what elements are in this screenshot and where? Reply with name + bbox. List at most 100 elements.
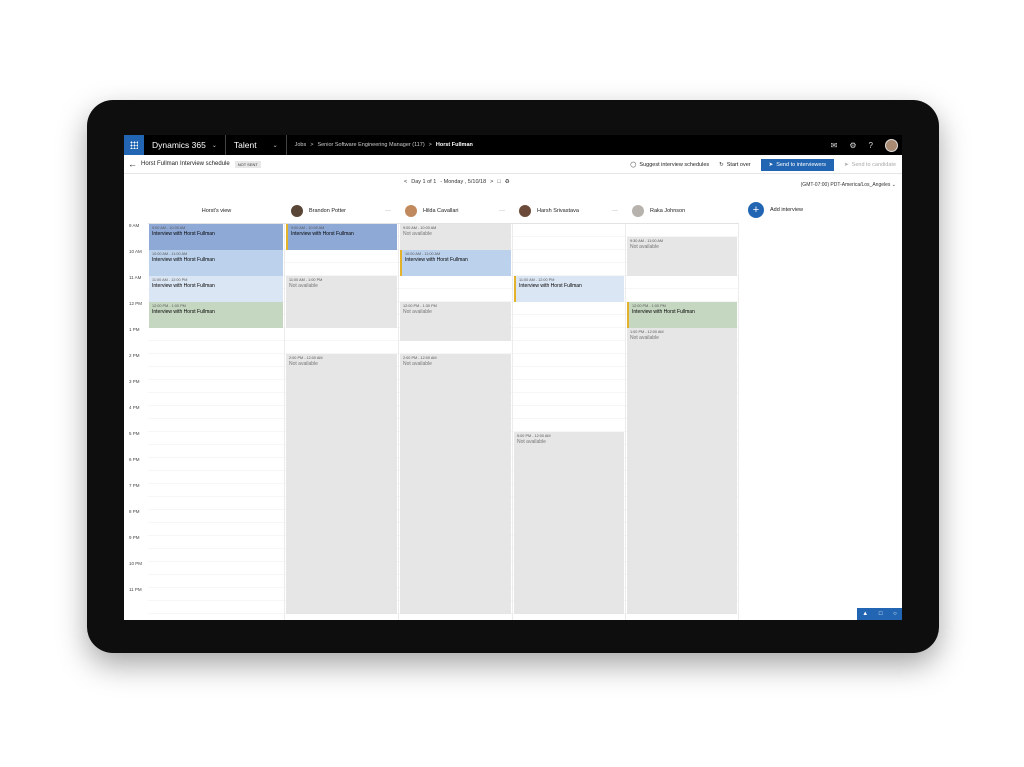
module-label: Talent — [233, 140, 257, 150]
column-name: Brandon Potter — [309, 207, 346, 214]
send-candidate-label: Send to candidate — [851, 161, 896, 168]
module-switcher[interactable]: Talent ⌄ — [234, 140, 278, 150]
avatar — [632, 204, 644, 217]
schedule-column: 9:30 AM - 11:00 AM Not available 12:00 PM … — [626, 224, 739, 620]
event-time: 9:00 AM - 10:00 AM — [291, 226, 325, 230]
column-header: Brandon Potter ··· — [285, 198, 399, 224]
event-time: 5:00 PM - 12:00 AM — [517, 434, 551, 438]
time-label: 8 PM — [129, 509, 140, 514]
more-options-icon[interactable]: ··· — [385, 208, 391, 214]
interview-event[interactable]: 10:00 AM - 11:00 AM Interview with Horst … — [400, 250, 511, 276]
unavailable-block: 9:00 AM - 10:00 AM Not available — [400, 224, 511, 250]
time-column: 9 AM 10 AM 11 AM 12 PM 1 PM 2 PM 3 PM 4 PM 5 PM 6… — [124, 198, 148, 620]
app-screen: Dynamics 365 ⌄ Talent ⌄ Jobs > Senior So… — [124, 135, 902, 620]
event-label: Not available — [403, 309, 432, 315]
event-time: 1:00 PM - 12:00 AM — [630, 330, 664, 334]
breadcrumb: Jobs > Senior Software Engineering Manag… — [295, 142, 473, 148]
chevron-left-icon[interactable]: < — [404, 179, 407, 185]
event-label: Interview with Horst Fullman — [152, 257, 215, 263]
command-bar: ← Horst Fullman Interview schedule NOT S… — [124, 155, 902, 174]
column-name: Horst's view — [201, 207, 232, 214]
column-name: Harsh Srivastava — [537, 207, 579, 214]
schedule-column: 11:00 AM - 12:00 PM Interview with Horst … — [513, 224, 626, 620]
lightbulb-icon[interactable]: ○ — [893, 611, 897, 617]
user-avatar[interactable] — [885, 138, 898, 152]
interview-event[interactable]: 12:00 PM - 1:00 PM Interview with Horst F… — [149, 302, 283, 328]
breadcrumb-candidate: Horst Fullman — [435, 142, 473, 148]
chevron-right-icon[interactable]: > — [490, 179, 493, 185]
start-over-label: Start over — [726, 161, 751, 168]
event-label: Interview with Horst Fullman — [632, 309, 695, 315]
column-header: Harsh Srivastava ··· — [513, 198, 626, 224]
schedule-column: 9:00 AM - 10:00 AM Not available 10:00 AM … — [399, 224, 513, 620]
send-icon: ➤ — [768, 161, 774, 168]
refresh-icon: ↻ — [719, 161, 724, 168]
suggest-label: Suggest interview schedules — [639, 161, 710, 168]
event-label: Not available — [289, 361, 318, 367]
event-time: 11:00 AM - 12:00 PM — [519, 278, 555, 282]
event-label: Not available — [630, 244, 659, 250]
breadcrumb-jobs[interactable]: Jobs — [295, 142, 307, 148]
day-navigator: < Day 1 of 1 - Monday , 5/10/18 > □ ♻ — [404, 179, 510, 185]
send-icon: ➤ — [844, 161, 849, 168]
thumbs-up-icon[interactable]: ▲ — [862, 611, 868, 617]
time-label: 9 AM — [129, 223, 140, 228]
send-to-interviewers-button[interactable]: ➤ Send to interviewers — [760, 158, 835, 171]
send-to-candidate-button[interactable]: ➤ Send to candidate — [844, 162, 896, 168]
day-label: Day 1 of 1 — [411, 179, 437, 185]
suggest-schedules-button[interactable]: ◯ Suggest interview schedules — [630, 162, 709, 168]
chevron-down-icon: ⌄ — [891, 182, 896, 188]
event-time: 10:00 AM - 11:00 AM — [405, 252, 441, 256]
command-actions: ◯ Suggest interview schedules ↻ Start ov… — [630, 155, 896, 174]
column-header: Raka Johnson — [626, 198, 739, 224]
event-time: 9:00 AM - 10:00 AM — [152, 226, 186, 230]
interview-event[interactable]: 11:00 AM - 12:00 PM Interview with Horst … — [514, 276, 624, 302]
event-time: 12:00 PM - 1:00 PM — [632, 304, 666, 308]
chevron-down-icon: ⌄ — [211, 142, 217, 149]
schedule-column: 9:00 AM - 10:00 AM Interview with Horst F… — [148, 224, 285, 620]
time-label: 11 PM — [129, 587, 142, 592]
event-label: Not available — [517, 439, 546, 445]
time-label: 10 AM — [129, 249, 142, 254]
unavailable-block: 12:00 PM - 1:30 PM Not available — [400, 302, 511, 341]
event-time: 12:00 PM - 1:30 PM — [403, 304, 437, 308]
interview-event[interactable]: 9:00 AM - 10:00 AM Interview with Horst F… — [149, 224, 283, 250]
app-launcher-icon[interactable] — [124, 135, 144, 155]
more-options-icon[interactable]: ··· — [612, 208, 618, 214]
column-header: Horst's view — [148, 198, 285, 224]
app-name-label: Dynamics 365 — [152, 140, 206, 150]
event-time: 11:00 AM - 12:00 PM — [152, 278, 188, 282]
interview-event[interactable]: 9:00 AM - 10:00 AM Interview with Horst F… — [286, 224, 397, 250]
time-label: 11 AM — [129, 275, 142, 280]
divider — [285, 135, 287, 155]
date-label: - Monday , 5/10/18 — [440, 179, 487, 185]
comment-icon[interactable]: □ — [879, 611, 883, 617]
column-name: Raka Johnson — [650, 207, 686, 214]
event-label: Interview with Horst Fullman — [405, 257, 468, 263]
timezone-selector[interactable]: (GMT-07:00) PDT-America/Los_Angeles ⌄ — [801, 182, 896, 188]
start-over-button[interactable]: ↻ Start over — [719, 162, 750, 168]
gear-icon[interactable]: ⚙ — [849, 141, 856, 150]
breadcrumb-job[interactable]: Senior Software Engineering Manager (117… — [317, 142, 424, 148]
interview-event[interactable]: 11:00 AM - 12:00 PM Interview with Horst … — [149, 276, 283, 302]
more-options-icon[interactable]: ··· — [499, 208, 505, 214]
event-label: Interview with Horst Fullman — [519, 283, 582, 289]
interview-event[interactable]: 10:00 AM - 11:00 AM Interview with Horst … — [149, 250, 283, 276]
avatar — [291, 204, 303, 217]
time-label: 4 PM — [129, 405, 140, 410]
message-icon[interactable]: ✉ — [831, 141, 838, 150]
help-icon[interactable]: ? — [869, 141, 873, 150]
event-label: Not available — [403, 361, 432, 367]
add-interview-button[interactable]: + Add interview — [748, 202, 803, 218]
back-arrow-icon[interactable]: ← — [128, 159, 137, 169]
app-name[interactable]: Dynamics 365 ⌄ — [152, 140, 217, 150]
chevron-right-icon: > — [428, 142, 432, 148]
event-label: Not available — [630, 335, 659, 341]
page-title: Horst Fullman Interview schedule — [141, 161, 230, 167]
calendar-icon[interactable]: □ — [497, 179, 500, 185]
schedule-column: 9:00 AM - 10:00 AM Interview with Horst F… — [285, 224, 399, 620]
trash-icon[interactable]: ♻ — [505, 179, 510, 185]
interview-event[interactable]: 12:00 PM - 1:00 PM Interview with Horst F… — [627, 302, 737, 328]
event-label: Not available — [403, 231, 432, 237]
add-interview-label: Add interview — [770, 207, 804, 213]
